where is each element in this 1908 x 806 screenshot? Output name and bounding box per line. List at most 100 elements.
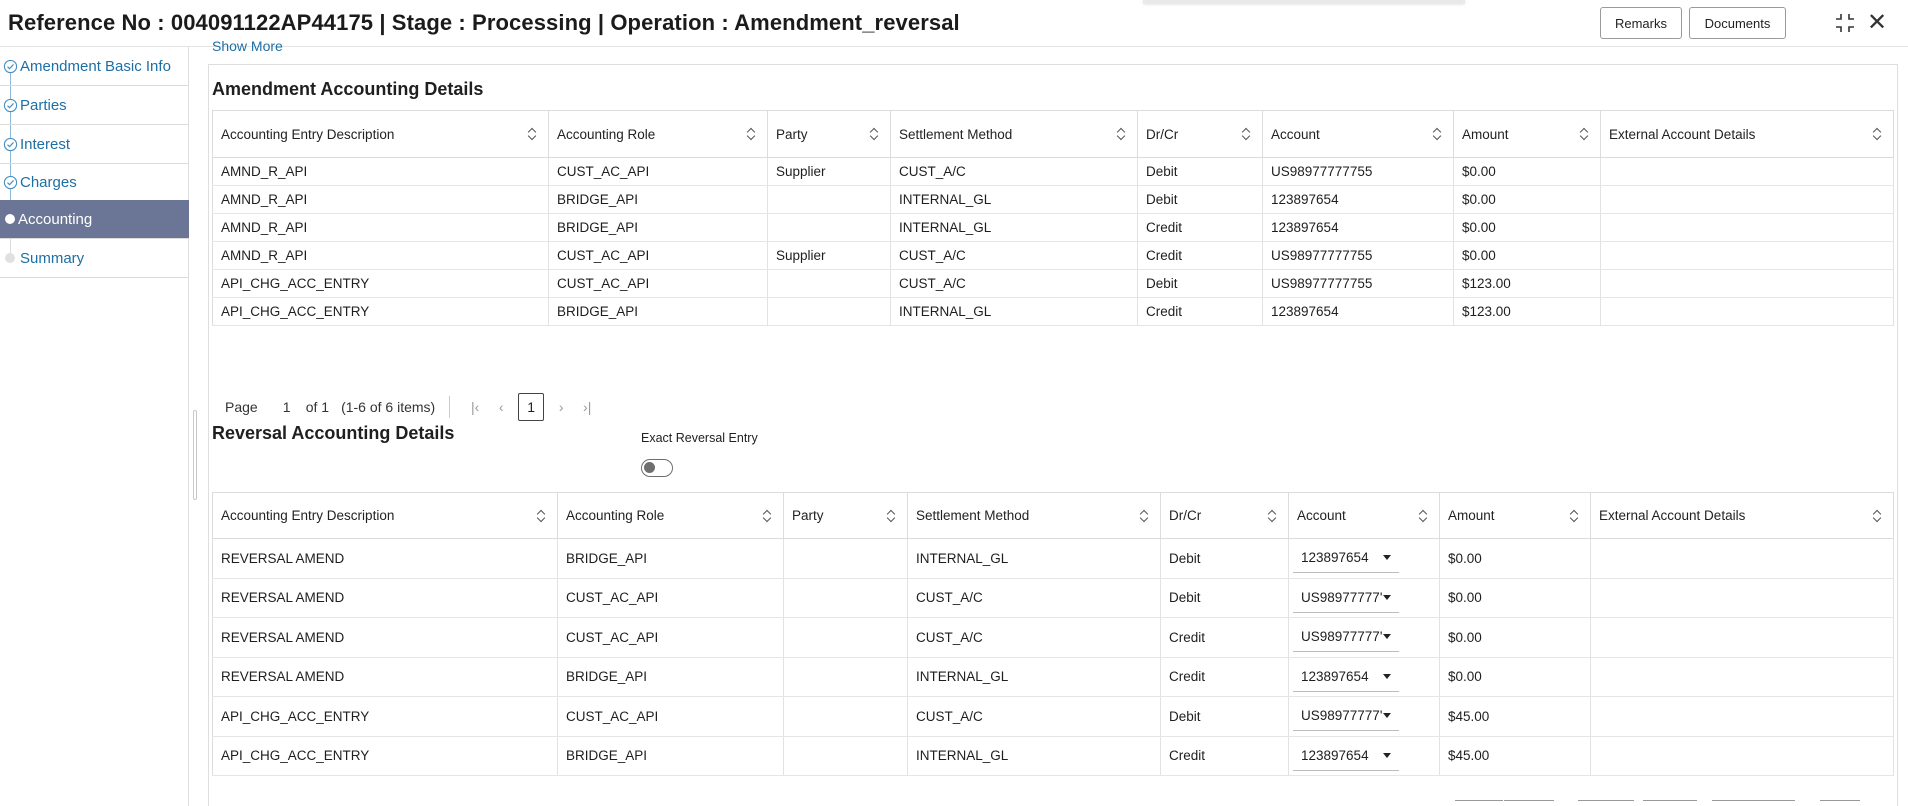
table-cell: Debit (1160, 538, 1289, 579)
table-row[interactable]: AMND_R_API CUST_AC_API Supplier CUST_A/C Cre… (212, 241, 1894, 270)
page-number-input[interactable]: 1 (272, 399, 302, 415)
sidebar-item-accounting[interactable]: Accounting (0, 200, 189, 239)
sidebar-item-interest[interactable]: Interest (0, 125, 189, 164)
table-row[interactable]: API_CHG_ACC_ENTRY BRIDGE_API INTERNAL_GL Cr… (212, 297, 1894, 326)
account-dropdown-value: US98977777' (1301, 708, 1383, 724)
account-dropdown[interactable]: US98977777' (1293, 583, 1399, 613)
table-cell (783, 696, 908, 737)
chevron-down-icon (1383, 752, 1391, 758)
column-header[interactable]: Dr/Cr (1137, 110, 1263, 158)
offscreen-button-edge (1455, 800, 1503, 806)
table-cell: US98977777' (1288, 617, 1440, 658)
overlay-edge (1143, 0, 1465, 3)
column-header[interactable]: External Account Details (1600, 110, 1894, 158)
column-header[interactable]: Settlement Method (907, 492, 1161, 539)
table-row[interactable]: AMND_R_API CUST_AC_API Supplier CUST_A/C Deb… (212, 157, 1894, 186)
sidebar-item-parties[interactable]: Parties (0, 86, 189, 125)
sort-icon[interactable] (1419, 510, 1427, 522)
table-row[interactable]: API_CHG_ACC_ENTRY CUST_AC_API CUST_A/C Debi… (212, 269, 1894, 298)
table-row[interactable]: REVERSAL AMEND CUST_AC_API CUST_A/C Credit U… (212, 617, 1894, 658)
account-dropdown[interactable]: 123897654 (1293, 741, 1399, 771)
sort-icon[interactable] (1570, 510, 1578, 522)
table-row[interactable]: AMND_R_API BRIDGE_API INTERNAL_GL Debit 1238… (212, 185, 1894, 214)
table-cell: Credit (1160, 657, 1289, 697)
sidebar-resize-handle[interactable] (193, 410, 197, 500)
table-row[interactable]: API_CHG_ACC_ENTRY BRIDGE_API INTERNAL_GL Cr… (212, 736, 1894, 776)
chevron-down-icon (1383, 673, 1391, 679)
account-dropdown[interactable]: US98977777' (1293, 701, 1399, 732)
sidebar-item-label: Interest (20, 135, 71, 153)
column-header[interactable]: External Account Details (1590, 492, 1894, 539)
column-header[interactable]: Accounting Role (557, 492, 784, 539)
table-row[interactable]: AMND_R_API BRIDGE_API INTERNAL_GL Credit 123… (212, 213, 1894, 242)
items-count-label: (1-6 of 6 items) (341, 399, 436, 415)
column-header[interactable]: Account (1262, 110, 1454, 158)
column-header[interactable]: Dr/Cr (1160, 492, 1289, 539)
account-dropdown-value: US98977777' (1301, 629, 1383, 645)
sort-icon[interactable] (1140, 510, 1148, 522)
table-cell: API_CHG_ACC_ENTRY (212, 297, 549, 326)
first-page-icon[interactable]: |‹ (462, 399, 488, 415)
column-header[interactable]: Accounting Role (548, 110, 768, 158)
account-dropdown[interactable]: US98977777' (1293, 622, 1399, 653)
table-cell: US98977777755 (1262, 241, 1454, 270)
sidebar-item-summary[interactable]: Summary (0, 239, 189, 278)
minimize-icon[interactable] (1832, 10, 1858, 36)
sort-icon[interactable] (1873, 128, 1881, 140)
sort-icon[interactable] (763, 510, 771, 522)
sort-icon[interactable] (870, 128, 878, 140)
sort-icon[interactable] (537, 510, 545, 522)
last-page-icon[interactable]: ›| (574, 399, 600, 415)
table-row[interactable]: REVERSAL AMEND BRIDGE_API INTERNAL_GL Debit… (212, 538, 1894, 579)
sort-icon[interactable] (887, 510, 895, 522)
close-icon[interactable]: ✕ (1864, 10, 1890, 36)
table-cell: $123.00 (1453, 297, 1601, 326)
prev-page-icon[interactable]: ‹ (488, 399, 514, 415)
table-cell: CUST_A/C (890, 241, 1138, 270)
sort-icon[interactable] (1117, 128, 1125, 140)
chevron-down-icon (1383, 713, 1391, 719)
table-cell: CUST_AC_API (548, 241, 768, 270)
account-dropdown[interactable]: 123897654 (1293, 662, 1399, 692)
column-header[interactable]: Settlement Method (890, 110, 1138, 158)
account-dropdown[interactable]: 123897654 (1293, 543, 1399, 574)
sidebar-item-amendment-basic-info[interactable]: Amendment Basic Info (0, 47, 189, 86)
amendment-accounting-table: Accounting Entry Description Accounting … (212, 110, 1894, 326)
chevron-down-icon (1383, 555, 1391, 561)
sort-icon[interactable] (528, 128, 536, 140)
table-cell: CUST_A/C (890, 157, 1138, 186)
table-cell (783, 736, 908, 776)
table-cell (1600, 297, 1894, 326)
current-page-button[interactable]: 1 (518, 393, 545, 421)
table-row[interactable]: REVERSAL AMEND BRIDGE_API INTERNAL_GL Credi… (212, 657, 1894, 697)
table-cell: CUST_AC_API (557, 578, 784, 618)
sort-icon[interactable] (1580, 128, 1588, 140)
column-header[interactable]: Amount (1439, 492, 1591, 539)
column-header[interactable]: Accounting Entry Description (212, 492, 558, 539)
next-page-icon[interactable]: › (548, 399, 574, 415)
column-header[interactable]: Party (783, 492, 908, 539)
documents-button[interactable]: Documents (1689, 7, 1786, 39)
column-header[interactable]: Account (1288, 492, 1440, 539)
column-header[interactable]: Amount (1453, 110, 1601, 158)
table-cell: Debit (1160, 578, 1289, 618)
sort-icon[interactable] (1242, 128, 1250, 140)
table-cell: Debit (1160, 696, 1289, 737)
sort-icon[interactable] (1433, 128, 1441, 140)
table-row[interactable]: API_CHG_ACC_ENTRY CUST_AC_API CUST_A/C Debi… (212, 696, 1894, 737)
table-cell: $0.00 (1439, 538, 1591, 579)
exact-reversal-toggle[interactable] (641, 459, 673, 477)
column-header[interactable]: Accounting Entry Description (212, 110, 549, 158)
show-more-link[interactable]: Show More (212, 38, 283, 54)
table-cell: $123.00 (1453, 269, 1601, 298)
sort-icon[interactable] (747, 128, 755, 140)
sidebar-item-charges[interactable]: Charges (0, 163, 189, 202)
table-cell (767, 213, 891, 242)
sort-icon[interactable] (1873, 510, 1881, 522)
column-header[interactable]: Party (767, 110, 891, 158)
remarks-button[interactable]: Remarks (1600, 7, 1682, 39)
sort-icon[interactable] (1268, 510, 1276, 522)
account-dropdown-value: 123897654 (1301, 747, 1369, 763)
table-cell: Credit (1160, 617, 1289, 658)
table-row[interactable]: REVERSAL AMEND CUST_AC_API CUST_A/C Debit US… (212, 578, 1894, 618)
